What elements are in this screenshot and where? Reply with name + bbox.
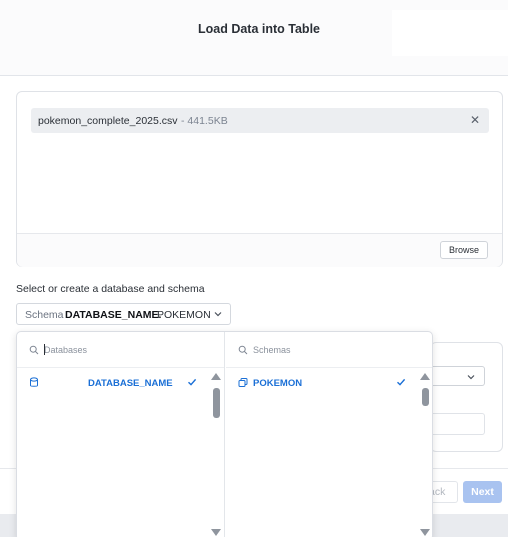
schemas-list-area <box>226 394 412 537</box>
scroll-up-icon[interactable] <box>211 373 221 380</box>
scroll-thumb[interactable] <box>422 388 429 406</box>
database-schema-label: Select or create a database and schema <box>16 283 205 295</box>
databases-search <box>17 332 224 368</box>
text-cursor <box>44 344 45 355</box>
chevron-down-icon <box>214 312 222 317</box>
schemas-column: POKEMON <box>226 332 432 537</box>
schema-select-schema: POKEMON <box>157 309 211 321</box>
schema-select-database: DATABASE_NAME. <box>65 309 162 321</box>
schemas-search-input[interactable] <box>253 341 413 359</box>
database-icon <box>30 377 38 387</box>
close-icon[interactable]: ✕ <box>470 113 480 127</box>
database-schema-dropdown: DATABASE_NAME POKEMON <box>16 331 433 537</box>
check-icon <box>188 378 197 386</box>
scroll-down-icon[interactable] <box>211 529 221 536</box>
modal-header: Load Data into Table <box>0 0 508 76</box>
file-size: - 441.5KB <box>181 115 228 127</box>
file-name: pokemon_complete_2025.csv <box>38 115 178 127</box>
table-select[interactable] <box>430 366 485 386</box>
databases-scrollbar[interactable] <box>211 373 221 537</box>
schema-select-prefix: Schema <box>25 309 64 321</box>
file-drop-area[interactable]: pokemon_complete_2025.csv - 441.5KB ✕ Br… <box>16 91 503 267</box>
schema-item[interactable]: POKEMON <box>226 371 412 395</box>
databases-list-area <box>17 402 188 537</box>
schemas-scrollbar[interactable] <box>420 373 430 537</box>
search-icon <box>29 345 39 355</box>
check-icon <box>397 378 406 386</box>
databases-search-input[interactable] <box>44 341 204 359</box>
table-options-panel <box>430 342 503 452</box>
schema-select[interactable]: Schema DATABASE_NAME. POKEMON <box>16 303 231 325</box>
next-button[interactable]: Next <box>463 481 502 503</box>
databases-column: DATABASE_NAME <box>17 332 225 537</box>
database-item-label: DATABASE_NAME <box>88 378 173 389</box>
scroll-down-icon[interactable] <box>420 529 430 536</box>
database-item[interactable]: DATABASE_NAME <box>17 371 213 395</box>
browse-button[interactable]: Browse <box>440 241 488 259</box>
scroll-thumb[interactable] <box>213 388 220 418</box>
schema-item-label: POKEMON <box>253 378 303 389</box>
schema-icon <box>238 378 248 387</box>
table-name-input[interactable] <box>430 413 485 435</box>
schemas-search <box>226 332 432 368</box>
drop-area-footer: Browse <box>17 233 502 267</box>
file-chip: pokemon_complete_2025.csv - 441.5KB ✕ <box>31 108 489 133</box>
search-icon <box>238 345 248 355</box>
scroll-up-icon[interactable] <box>420 373 430 380</box>
header-blank-area <box>392 10 508 56</box>
chevron-down-icon <box>467 375 475 380</box>
